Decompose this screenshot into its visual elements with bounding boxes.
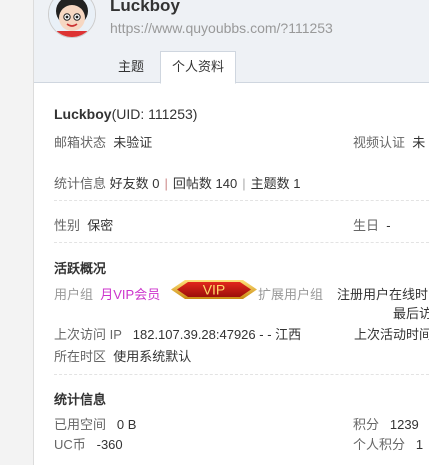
group-value-link[interactable]: 月VIP会员	[100, 287, 160, 302]
uc-value: -360	[96, 437, 123, 452]
profile-name-line: Luckboy(UID: 111253)	[54, 106, 197, 122]
stats-separator: |	[242, 176, 246, 191]
ext-group-label: 扩展用户组	[258, 287, 324, 302]
ext-group-value: 注册用户在线时	[337, 287, 429, 302]
personal-points-row: 个人积分 1	[353, 434, 423, 453]
birthday-label: 生日	[353, 218, 380, 233]
points-value: 1239	[389, 417, 419, 432]
video-auth: 视频认证 未	[353, 132, 425, 151]
last-visit-ip-label: 上次访问 IP	[54, 327, 122, 342]
last-visit-ip-value: 182.107.39.28:47926 - - 江西	[132, 327, 302, 342]
user-group-row: 用户组 月VIP会员	[54, 284, 160, 303]
uc-row: UC币 -360	[54, 434, 123, 453]
left-edge-strip	[0, 0, 34, 465]
activity-title: 活跃概况	[54, 261, 107, 276]
gender-value: 保密	[87, 218, 114, 233]
divider	[54, 200, 429, 201]
profile-username: Luckboy	[54, 106, 112, 122]
birthday-row: 生日 -	[353, 215, 391, 234]
email-label: 邮箱状态	[54, 135, 107, 150]
gender-row: 性别 保密	[54, 215, 113, 234]
video-label: 视频认证	[353, 135, 406, 150]
used-space-row: 已用空间 0 B	[54, 414, 136, 433]
timezone-row: 所在时区 使用系统默认	[54, 346, 191, 365]
last-visit-ip-row: 上次访问 IP 182.107.39.28:47926 - - 江西	[54, 324, 301, 343]
divider	[54, 242, 429, 243]
stats-line: 统计信息 好友数 0 | 回帖数 140 | 主题数 1	[54, 173, 300, 192]
vip-badge-icon: VIP	[171, 280, 257, 299]
last-post-label: 最后访	[393, 306, 429, 321]
tab-profile[interactable]: 个人资料	[160, 51, 237, 84]
space-label: 已用空间	[54, 417, 107, 432]
tab-topics[interactable]: 主题	[118, 52, 144, 82]
email-status: 邮箱状态 未验证	[54, 132, 152, 151]
points-row: 积分 1239	[353, 414, 419, 433]
group-label: 用户组	[54, 287, 94, 302]
replies-link[interactable]: 回帖数 140	[173, 176, 237, 191]
stats-separator: |	[164, 176, 168, 191]
header-username: Luckboy	[110, 0, 180, 15]
uc-label: UC币	[54, 437, 86, 452]
avatar-face-icon	[49, 0, 95, 37]
birthday-value: -	[386, 218, 391, 233]
profile-url[interactable]: https://www.quyoubbs.com/?111253	[110, 20, 333, 36]
vip-badge-text: VIP	[203, 282, 226, 298]
personal-points-label: 个人积分	[353, 437, 406, 452]
friends-link[interactable]: 好友数 0	[110, 176, 160, 191]
profile-uid: (UID: 111253)	[111, 106, 198, 122]
divider	[54, 374, 429, 375]
gender-label: 性别	[54, 218, 81, 233]
email-value: 未验证	[113, 135, 153, 150]
video-value: 未	[412, 135, 426, 150]
stats-label: 统计信息	[54, 176, 107, 191]
space-value: 0 B	[116, 417, 137, 432]
topics-link[interactable]: 主题数 1	[251, 176, 301, 191]
timezone-value: 使用系统默认	[113, 349, 192, 364]
last-activity-label: 上次活动时间	[354, 327, 429, 342]
personal-points-value: 1	[415, 437, 424, 452]
points-label: 积分	[353, 417, 380, 432]
timezone-label: 所在时区	[54, 349, 107, 364]
stats-title: 统计信息	[54, 392, 107, 407]
